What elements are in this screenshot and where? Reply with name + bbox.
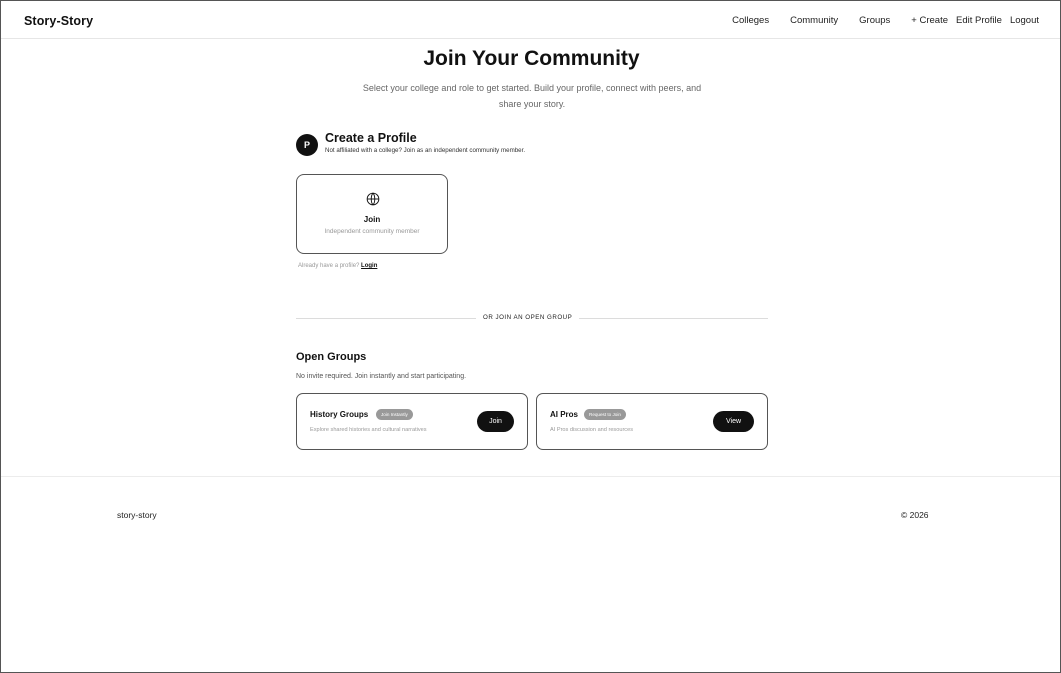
nav-link-edit-profile[interactable]: Edit Profile bbox=[956, 15, 1002, 26]
globe-icon bbox=[366, 192, 380, 206]
group-name: History Groups bbox=[310, 410, 369, 419]
footer-brand: story-story bbox=[117, 510, 157, 520]
nav-link-groups[interactable]: Groups bbox=[859, 15, 890, 26]
open-groups-heading: Open Groups bbox=[296, 351, 367, 363]
footer-copyright: © 2026 bbox=[901, 510, 929, 520]
join-card-title: Join bbox=[363, 215, 381, 224]
join-group-button[interactable]: Join bbox=[477, 411, 514, 432]
brand-logo[interactable]: Story-Story bbox=[24, 14, 93, 28]
create-profile-subtitle: Not affiliated with a college? Join as a… bbox=[325, 147, 526, 154]
create-profile-heading: Create a Profile bbox=[325, 131, 417, 145]
profile-avatar-badge: P bbox=[296, 134, 318, 156]
open-groups-subtitle: No invite required. Join instantly and s… bbox=[296, 373, 467, 380]
group-badge-request-to-join: Request to Join bbox=[584, 409, 626, 420]
group-description: AI Pros discussion and resources bbox=[550, 427, 634, 433]
divider-label: OR JOIN AN OPEN GROUP bbox=[476, 314, 580, 321]
nav-links: Colleges Community Groups + Create Edit … bbox=[732, 15, 1039, 26]
page-subtitle: Select your college and role to get star… bbox=[362, 83, 702, 109]
group-card-history-groups: History Groups Join Instantly Explore sh… bbox=[296, 393, 528, 450]
group-description: Explore shared histories and cultural na… bbox=[310, 427, 427, 433]
nav-link-logout[interactable]: Logout bbox=[1010, 15, 1039, 26]
page-title: Join Your Community bbox=[423, 47, 640, 70]
nav-link-create[interactable]: + Create bbox=[911, 15, 948, 26]
already-have-profile-text: Already have a profile? bbox=[298, 263, 360, 269]
page-frame: Story-Story Colleges Community Groups + … bbox=[0, 0, 1061, 673]
nav-link-community[interactable]: Community bbox=[790, 15, 838, 26]
group-name: AI Pros bbox=[550, 410, 579, 419]
top-nav: Story-Story Colleges Community Groups + … bbox=[1, 1, 1060, 39]
footer-divider bbox=[1, 476, 1060, 477]
login-link[interactable]: Login bbox=[361, 263, 377, 269]
view-group-button[interactable]: View bbox=[713, 411, 754, 432]
join-card-subtitle: Independent community member bbox=[324, 228, 420, 235]
group-card-ai-pros: AI Pros Request to Join AI Pros discussi… bbox=[536, 393, 768, 450]
nav-link-colleges[interactable]: Colleges bbox=[732, 15, 769, 26]
already-have-profile: Already have a profile? Login bbox=[298, 263, 377, 269]
join-independent-card[interactable]: Join Independent community member bbox=[296, 174, 448, 254]
group-badge-join-instantly: Join Instantly bbox=[376, 409, 413, 420]
